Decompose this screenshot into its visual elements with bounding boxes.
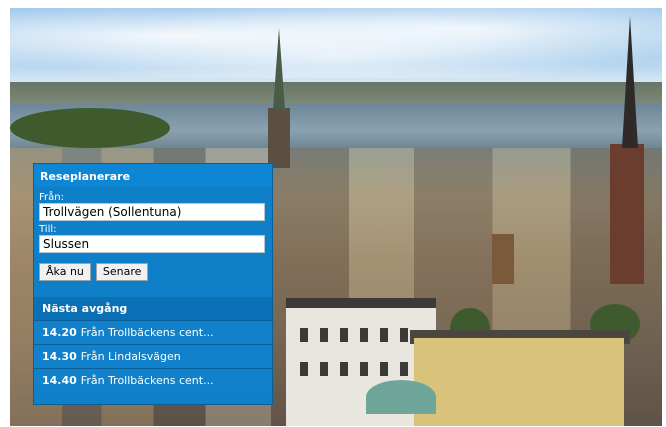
departure-item[interactable]: 14.20 Från Trollbäckens cent... (34, 320, 272, 344)
departure-time: 14.20 (42, 326, 77, 339)
trees (10, 108, 170, 148)
green-dome (366, 380, 436, 414)
church-spire-left (273, 28, 285, 110)
later-button[interactable]: Senare (95, 263, 149, 281)
departure-item[interactable]: 14.30 Från Lindalsvägen (34, 344, 272, 368)
from-input[interactable] (39, 203, 265, 221)
from-label: Från: (39, 192, 64, 203)
next-departures-heading: Nästa avgång (34, 297, 272, 320)
sky-clouds (10, 8, 662, 78)
to-input[interactable] (39, 235, 265, 253)
travel-now-button[interactable]: Åka nu (39, 263, 91, 281)
departure-label: Från Lindalsvägen (80, 350, 181, 363)
departure-time: 14.30 (42, 350, 77, 363)
departure-item[interactable]: 14.40 Från Trollbäckens cent... (34, 368, 272, 392)
church-tower-mid (492, 234, 514, 284)
departure-label: Från Trollbäckens cent... (80, 326, 214, 339)
church-tower-left (268, 108, 290, 168)
widget-title: Reseplanerare (34, 164, 272, 187)
yellow-building (414, 338, 624, 426)
church-tower-right (610, 144, 644, 284)
far-shore (10, 82, 662, 106)
to-label: Till: (39, 224, 57, 235)
departure-time: 14.40 (42, 374, 77, 387)
departure-label: Från Trollbäckens cent... (80, 374, 214, 387)
travel-planner-widget: Reseplanerare Från: Till: Åka nu Senare … (33, 163, 273, 405)
church-spire-right (622, 16, 638, 148)
